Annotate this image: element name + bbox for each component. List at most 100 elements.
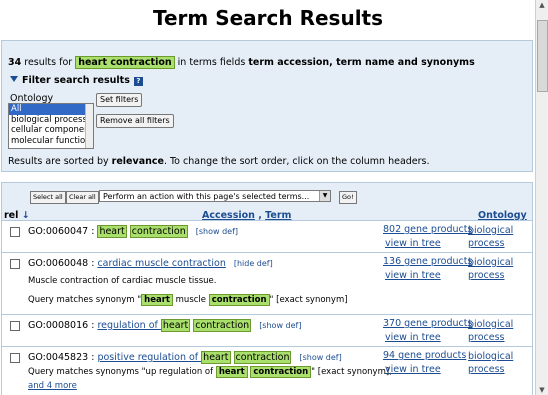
action-select-value: Perform an action with this page's selec…: [103, 192, 310, 201]
term-highlight: heart: [160, 319, 191, 332]
gene-products-link[interactable]: 802 gene products: [383, 224, 472, 235]
ontology-link[interactable]: process: [468, 270, 505, 281]
ontology-link[interactable]: biological: [468, 319, 513, 330]
row-checkbox[interactable]: [10, 321, 20, 331]
match-text: " [exact synonym]: [269, 295, 348, 305]
ontology-cell: biological process: [468, 224, 530, 250]
table-row: GO:0060048 : cardiac muscle contraction[…: [2, 252, 532, 315]
sort-text: Results are sorted by: [8, 156, 112, 167]
ontology-link[interactable]: biological: [468, 257, 513, 268]
summary-text: in terms fields: [174, 57, 249, 68]
scroll-down-icon[interactable]: ▼: [537, 385, 547, 395]
term-highlight: contraction: [193, 319, 252, 332]
clear-all-button[interactable]: Clear all: [66, 191, 99, 204]
help-icon[interactable]: ?: [133, 77, 143, 86]
result-count: 34: [8, 57, 22, 68]
select-all-button[interactable]: Select all: [30, 191, 66, 204]
show-def-link[interactable]: [show def]: [259, 321, 301, 330]
search-fields: term accession, term name and synonyms: [248, 57, 475, 68]
go-button[interactable]: Go!: [339, 191, 357, 204]
chevron-down-icon: ▼: [319, 191, 330, 201]
term-cell: GO:0008016 : regulation of heart contrac…: [28, 319, 301, 332]
ontology-option-all[interactable]: All: [9, 104, 93, 115]
term-text: positive regulation of: [97, 352, 202, 363]
scrollbar-thumb[interactable]: [537, 20, 548, 92]
term-cell: GO:0045823 : positive regulation of hear…: [28, 351, 342, 364]
results-summary: 34 results for heart contraction in term…: [8, 56, 475, 69]
term-link[interactable]: regulation of heart contraction: [97, 319, 252, 332]
term-highlight: heart: [97, 225, 127, 238]
scroll-up-icon[interactable]: ▲: [537, 0, 547, 10]
results-panel: Select all Clear all Perform an action w…: [1, 182, 533, 395]
page-scrollbar[interactable]: ▲ ▼: [535, 0, 548, 395]
triangle-down-icon: [10, 76, 18, 82]
table-row: GO:0060047 : heart contraction [show def]…: [2, 220, 532, 253]
page: Term Search Results 34 results for heart…: [0, 0, 536, 395]
view-in-tree-link[interactable]: view in tree: [385, 238, 441, 249]
accession-id: GO:0045823: [28, 352, 89, 363]
accession-id: GO:0060048: [28, 258, 89, 269]
ontology-cell: biological process: [468, 256, 530, 282]
row-checkbox[interactable]: [10, 259, 20, 269]
term-definition: Muscle contraction of cardiac muscle tis…: [28, 276, 217, 286]
accession-id: GO:0008016: [28, 320, 89, 331]
match-text: Query matches synonyms "up regulation of: [28, 367, 216, 377]
ontology-listbox[interactable]: All biological process cellular componen…: [8, 103, 94, 149]
ontology-link[interactable]: process: [468, 332, 505, 343]
listbox-scrollbar[interactable]: [85, 104, 93, 148]
ontology-cell: biological process: [468, 350, 530, 376]
more-synonyms-link[interactable]: and 4 more: [28, 381, 77, 391]
accession-id: GO:0060047: [28, 226, 89, 237]
term-highlight: heart: [201, 351, 231, 364]
action-select[interactable]: Perform an action with this page's selec…: [99, 190, 331, 202]
set-filters-button[interactable]: Set filters: [96, 93, 143, 107]
page-title: Term Search Results: [152, 6, 384, 30]
table-row: GO:0045823 : positive regulation of hear…: [2, 346, 532, 395]
term-cell: GO:0060047 : heart contraction [show def]: [28, 225, 238, 238]
remove-all-filters-button[interactable]: Remove all filters: [96, 114, 174, 128]
ontology-link[interactable]: process: [468, 364, 505, 375]
hide-def-link[interactable]: [hide def]: [234, 259, 273, 268]
show-def-link[interactable]: [show def]: [299, 353, 341, 362]
sort-key: relevance: [111, 156, 164, 167]
synonym-match: Query matches synonyms "up regulation of…: [28, 366, 392, 378]
term-link[interactable]: positive regulation of heart contraction: [97, 351, 292, 364]
view-in-tree-link[interactable]: view in tree: [385, 270, 441, 281]
sort-info: Results are sorted by relevance. To chan…: [8, 156, 430, 167]
term-highlight: contraction: [129, 225, 188, 238]
ontology-link[interactable]: biological: [468, 225, 513, 236]
match-highlight: heart: [141, 294, 173, 306]
show-def-link[interactable]: [show def]: [196, 227, 238, 236]
match-highlight: contraction: [208, 294, 270, 306]
ontology-link[interactable]: process: [468, 238, 505, 249]
row-checkbox[interactable]: [10, 227, 20, 237]
match-text: muscle: [172, 295, 209, 305]
term-highlight: contraction: [233, 351, 292, 364]
view-in-tree-link[interactable]: view in tree: [385, 332, 441, 343]
ontology-option-molecular-function[interactable]: molecular function: [9, 136, 93, 147]
match-highlight: heart: [215, 366, 248, 378]
row-checkbox[interactable]: [10, 353, 20, 363]
ontology-option-cellular-component[interactable]: cellular component: [9, 125, 93, 136]
gene-products-link[interactable]: 370 gene products: [383, 318, 472, 329]
sort-text: . To change the sort order, click on the…: [163, 156, 430, 167]
view-in-tree-link[interactable]: view in tree: [385, 364, 441, 375]
filter-toggle[interactable]: Filter search results?: [10, 75, 143, 86]
synonym-match: Query matches synonym " heart muscle cont…: [28, 294, 348, 306]
filter-header-label: Filter search results: [22, 75, 130, 86]
table-row: GO:0008016 : regulation of heart contrac…: [2, 314, 532, 347]
query-highlight: heart contraction: [75, 56, 175, 69]
summary-text: results for: [21, 57, 76, 68]
ontology-option-biological-process[interactable]: biological process: [9, 115, 93, 126]
gene-products-link[interactable]: 94 gene products: [383, 350, 466, 361]
gene-products-link[interactable]: 136 gene products: [383, 256, 472, 267]
term-link[interactable]: heart contraction: [97, 225, 188, 238]
match-text: " [exact synonym],: [311, 367, 392, 377]
term-text: regulation of: [97, 320, 161, 331]
search-summary-panel: 34 results for heart contraction in term…: [1, 40, 533, 172]
match-text: Query matches synonym ": [28, 295, 142, 305]
term-cell: GO:0060048 : cardiac muscle contraction[…: [28, 258, 273, 269]
match-highlight: contraction: [250, 366, 312, 378]
term-link[interactable]: cardiac muscle contraction: [97, 258, 225, 269]
ontology-link[interactable]: biological: [468, 351, 513, 362]
